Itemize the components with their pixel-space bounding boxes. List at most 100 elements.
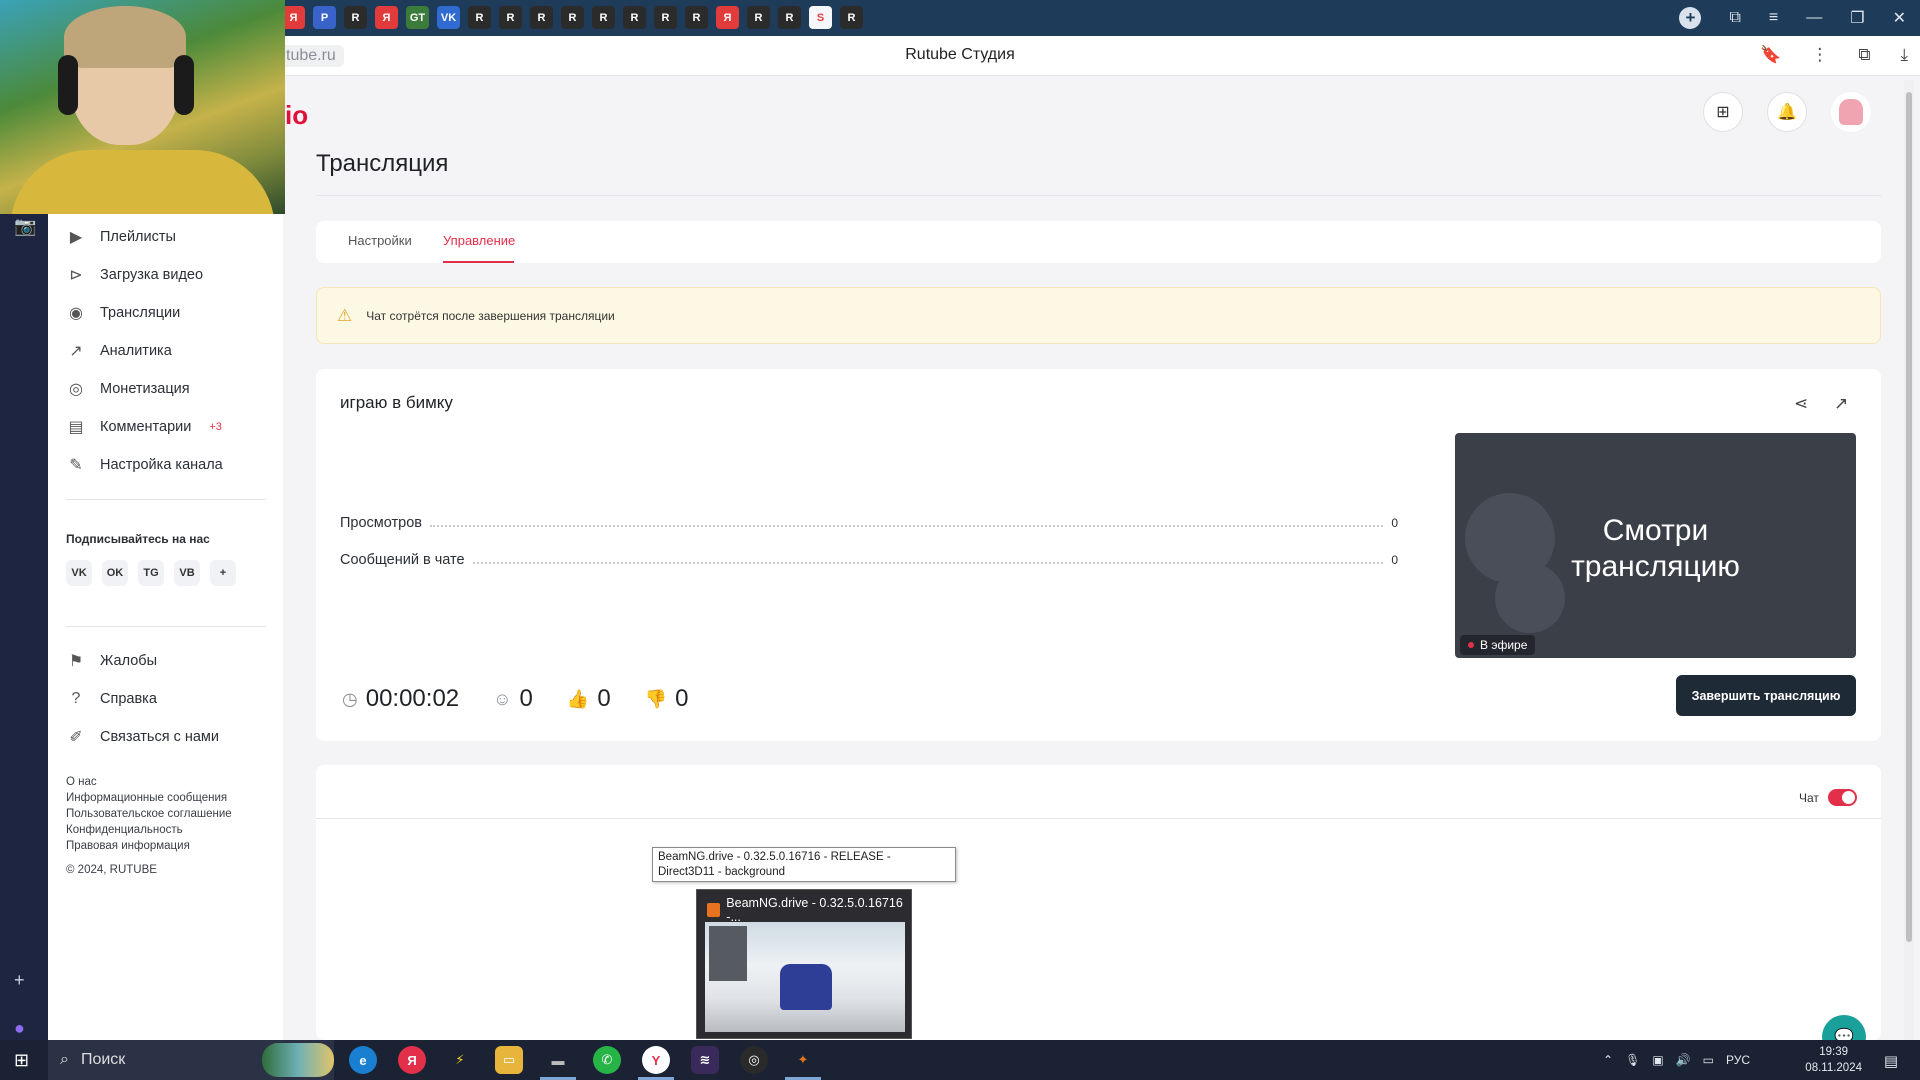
- browser-tab[interactable]: R: [592, 6, 615, 29]
- browser-tab[interactable]: R: [468, 6, 491, 29]
- browser-tab[interactable]: R: [530, 6, 553, 29]
- browser-tab[interactable]: R: [685, 6, 708, 29]
- extensions-icon[interactable]: ⧉: [1858, 45, 1870, 65]
- browser-tab[interactable]: GT: [406, 6, 429, 29]
- ok-icon[interactable]: OK: [102, 560, 128, 586]
- camera-tray-icon[interactable]: ▣: [1652, 1053, 1663, 1067]
- sidebar-item-help[interactable]: ? Справка: [66, 689, 157, 709]
- microphone-icon[interactable]: 🎙: [1625, 1053, 1640, 1067]
- studio-logo[interactable]: io: [285, 100, 308, 131]
- yandex-market-icon[interactable]: ⚡: [446, 1046, 474, 1074]
- viber-icon[interactable]: VB: [174, 560, 200, 586]
- upload-button[interactable]: ⊞: [1703, 92, 1743, 132]
- browser-tab[interactable]: R: [344, 6, 367, 29]
- browser-tab[interactable]: VK: [437, 6, 460, 29]
- more-socials-icon[interactable]: +: [210, 560, 236, 586]
- minimize-icon[interactable]: —: [1806, 9, 1822, 27]
- flag-icon: ⚑: [68, 653, 84, 670]
- browser-tab-strip: Я P R Я GT VK R R R R R R R R Я R R S R + ⧉ ≡ — ❐ ✕: [0, 0, 1920, 36]
- browser-tab[interactable]: Я: [375, 6, 398, 29]
- end-stream-button[interactable]: Завершить трансляцию: [1676, 675, 1856, 716]
- browser-tab[interactable]: R: [623, 6, 646, 29]
- notifications-center-icon[interactable]: ▤: [1884, 1052, 1898, 1070]
- yandex-icon[interactable]: Я: [398, 1046, 426, 1074]
- edge-icon[interactable]: e: [349, 1046, 377, 1074]
- chat-toggle[interactable]: [1828, 789, 1857, 806]
- duration-value: 00:00:02: [365, 685, 460, 712]
- language-indicator[interactable]: РУС: [1726, 1053, 1750, 1067]
- footer-link-legal[interactable]: Правовая информация: [66, 838, 232, 854]
- avatar[interactable]: [1831, 92, 1871, 132]
- sidebar-item-comments[interactable]: ▤ Комментарии +3: [66, 417, 221, 437]
- stream-preview[interactable]: Смотри трансляцию: [1455, 433, 1856, 658]
- footer-link-privacy[interactable]: Конфиденциальность: [66, 822, 232, 838]
- external-link-icon[interactable]: ↗: [1834, 394, 1848, 414]
- comments-icon: ▤: [68, 419, 84, 436]
- obs-icon[interactable]: ◎: [740, 1046, 768, 1074]
- tab-management[interactable]: Управление: [443, 233, 515, 248]
- footer-link-info[interactable]: Информационные сообщения: [66, 790, 232, 806]
- camera-icon[interactable]: 📷: [14, 216, 36, 237]
- restore-icon[interactable]: ❐: [1850, 8, 1864, 28]
- follow-title: Подписывайтесь на нас: [66, 532, 210, 546]
- menu-icon[interactable]: ≡: [1769, 9, 1778, 27]
- whatsapp-icon[interactable]: ✆: [593, 1046, 621, 1074]
- browser-tab[interactable]: R: [840, 6, 863, 29]
- browser-tab[interactable]: Я: [716, 6, 739, 29]
- browser-tab[interactable]: R: [747, 6, 770, 29]
- browser-tab[interactable]: R: [778, 6, 801, 29]
- stat-chat-messages: Сообщений в чате 0: [340, 552, 1398, 568]
- sidebar-item-upload-video[interactable]: ⊳ Загрузка видео: [66, 265, 203, 285]
- bell-icon: 🔔: [1777, 104, 1797, 121]
- notifications-button[interactable]: 🔔: [1767, 92, 1807, 132]
- footer-link-about[interactable]: О нас: [66, 774, 232, 790]
- app-icon[interactable]: ▬: [544, 1046, 572, 1074]
- chevron-up-icon[interactable]: ⌃: [1603, 1053, 1613, 1067]
- sidebar-item-analytics[interactable]: ↗ Аналитика: [66, 341, 171, 361]
- vk-icon[interactable]: VK: [66, 560, 92, 586]
- tab-collections-icon[interactable]: ⧉: [1729, 9, 1740, 27]
- browser-tab[interactable]: S: [809, 6, 832, 29]
- yandex-browser-icon[interactable]: Y: [642, 1046, 670, 1074]
- sidebar-item-contact[interactable]: ✐ Связаться с нами: [66, 727, 219, 747]
- stat-value: 0: [1391, 553, 1398, 567]
- tab-settings[interactable]: Настройки: [348, 233, 412, 248]
- browser-tab[interactable]: R: [561, 6, 584, 29]
- sidebar-item-channel-settings[interactable]: ✎ Настройка канала: [66, 455, 222, 475]
- sidebar-item-complaints[interactable]: ⚑ Жалобы: [66, 651, 157, 671]
- volume-icon[interactable]: 🔊: [1676, 1053, 1691, 1067]
- assistant-icon[interactable]: ●: [14, 1018, 25, 1039]
- add-panel-icon[interactable]: +: [14, 970, 25, 991]
- video-editor-icon[interactable]: ≋: [691, 1046, 719, 1074]
- file-explorer-icon[interactable]: ▭: [495, 1046, 523, 1074]
- more-icon[interactable]: ⋮: [1811, 45, 1828, 65]
- window-thumbnail[interactable]: BeamNG.drive - 0.32.5.0.16716 -...: [696, 889, 912, 1039]
- stream-name: играю в бимку: [340, 393, 453, 412]
- sidebar-item-broadcasts[interactable]: ◉ Трансляции: [66, 303, 180, 323]
- url-field[interactable]: tube.ru: [278, 45, 344, 67]
- close-icon[interactable]: ✕: [1893, 8, 1906, 28]
- bookmark-icon[interactable]: 🔖: [1760, 45, 1781, 65]
- game-car: [780, 964, 832, 1010]
- scrollbar-thumb[interactable]: [1906, 92, 1912, 942]
- sidebar-item-label: Связаться с нами: [100, 729, 220, 745]
- browser-tab[interactable]: R: [499, 6, 522, 29]
- beamng-taskbar-icon[interactable]: ✦: [789, 1046, 817, 1074]
- clock-time: 19:39: [1819, 1046, 1849, 1058]
- active-tab-indicator: [443, 261, 514, 263]
- new-tab-button[interactable]: +: [1679, 7, 1702, 29]
- download-icon[interactable]: ⤓: [1900, 45, 1908, 65]
- sidebar-item-label: Справка: [100, 691, 157, 707]
- chat-divider: [316, 818, 1881, 819]
- browser-tab[interactable]: Я: [282, 6, 305, 29]
- sidebar-item-playlists[interactable]: ▶ Плейлисты: [66, 227, 176, 247]
- sidebar-item-monetization[interactable]: ◎ Монетизация: [66, 379, 190, 399]
- browser-tab[interactable]: R: [654, 6, 677, 29]
- windows-start-icon[interactable]: ⊞: [14, 1050, 29, 1071]
- share-icon[interactable]: ⋖: [1794, 394, 1808, 414]
- footer-link-agreement[interactable]: Пользовательское соглашение: [66, 806, 232, 822]
- browser-tab[interactable]: P: [313, 6, 336, 29]
- clock[interactable]: 19:39 08.11.2024: [1805, 1044, 1862, 1076]
- network-icon[interactable]: ▭: [1703, 1053, 1714, 1067]
- telegram-icon[interactable]: TG: [138, 560, 164, 586]
